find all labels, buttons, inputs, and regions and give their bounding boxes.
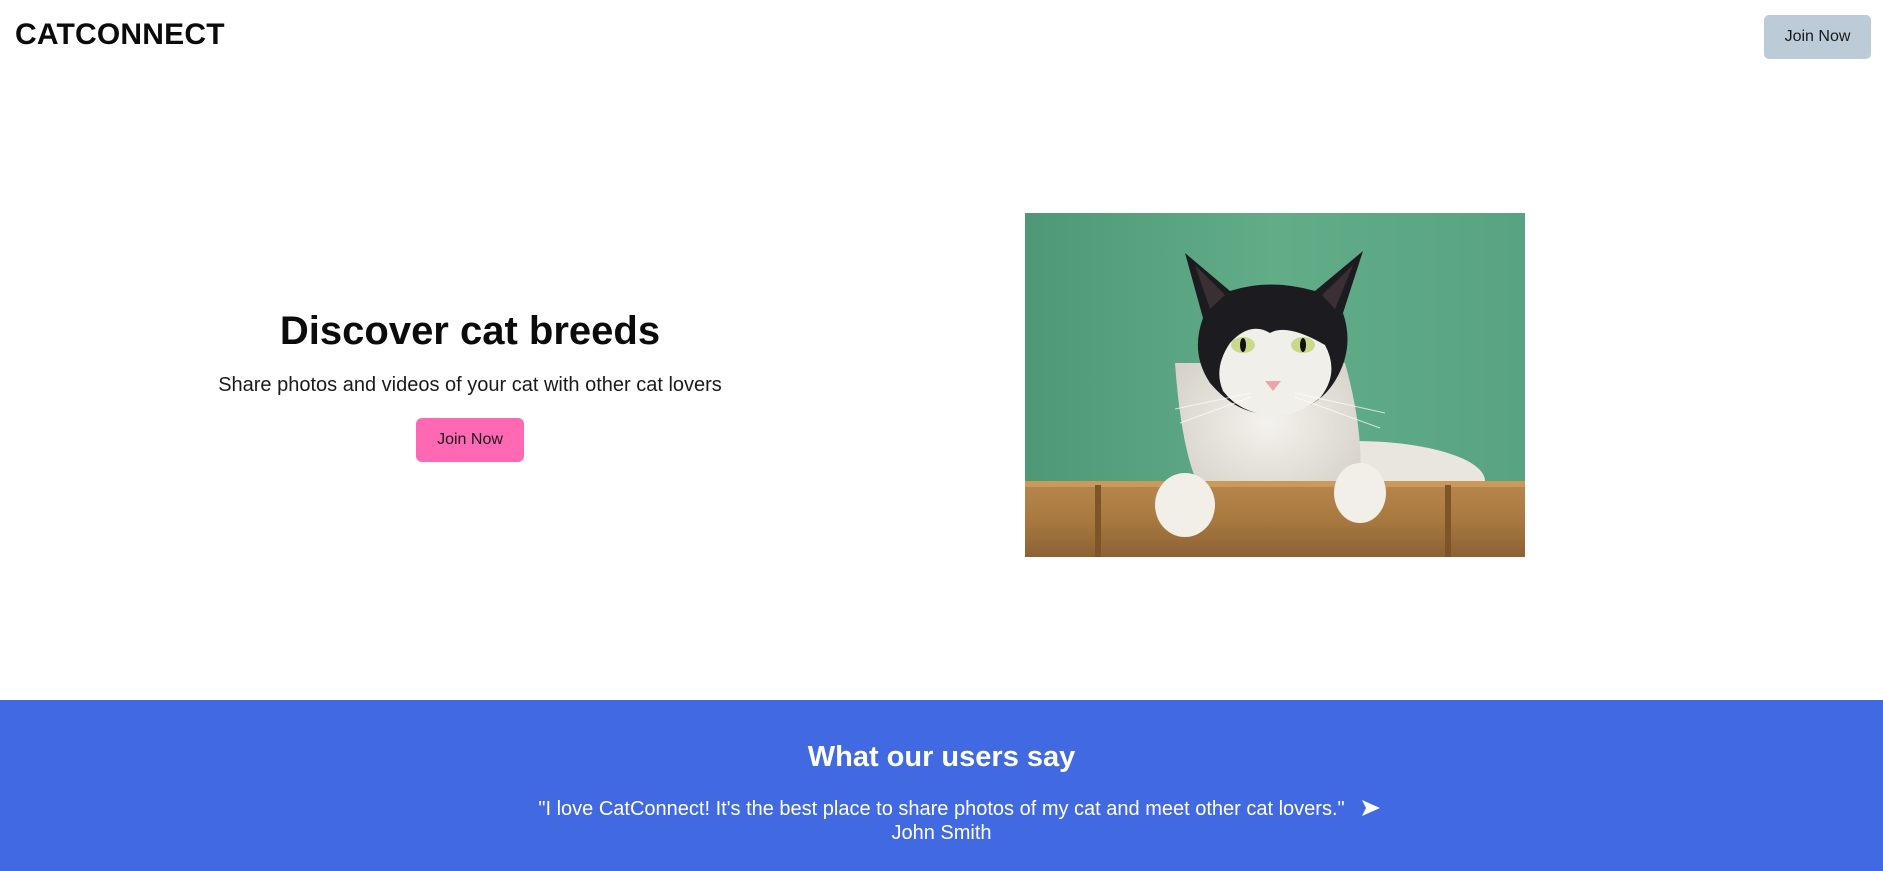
- hero-title: Discover cat breeds: [279, 309, 661, 353]
- site-header: CATCONNECT Join Now: [0, 0, 1883, 76]
- hero-text: Discover cat breeds Share photos and vid…: [170, 308, 770, 462]
- header-join-button[interactable]: Join Now: [1764, 15, 1871, 59]
- testimonials-section: What our users say "I love CatConnect! I…: [0, 700, 1883, 871]
- cat-photo-illustration: [1025, 213, 1525, 557]
- brand-logo[interactable]: CATCONNECT: [15, 18, 225, 52]
- testimonial-quote-row: "I love CatConnect! It's the best place …: [0, 798, 1883, 822]
- testimonial-author: John Smith: [891, 822, 992, 844]
- arrow-right-icon[interactable]: [1360, 797, 1382, 819]
- hero-section: Discover cat breeds Share photos and vid…: [0, 76, 1883, 700]
- hero-cat-image: [1025, 213, 1525, 557]
- testimonial-quote: "I love CatConnect! It's the best place …: [538, 798, 1345, 820]
- hero-join-button[interactable]: Join Now: [416, 418, 524, 462]
- testimonials-title: What our users say: [807, 741, 1076, 773]
- hero-subtitle: Share photos and videos of your cat with…: [218, 374, 722, 396]
